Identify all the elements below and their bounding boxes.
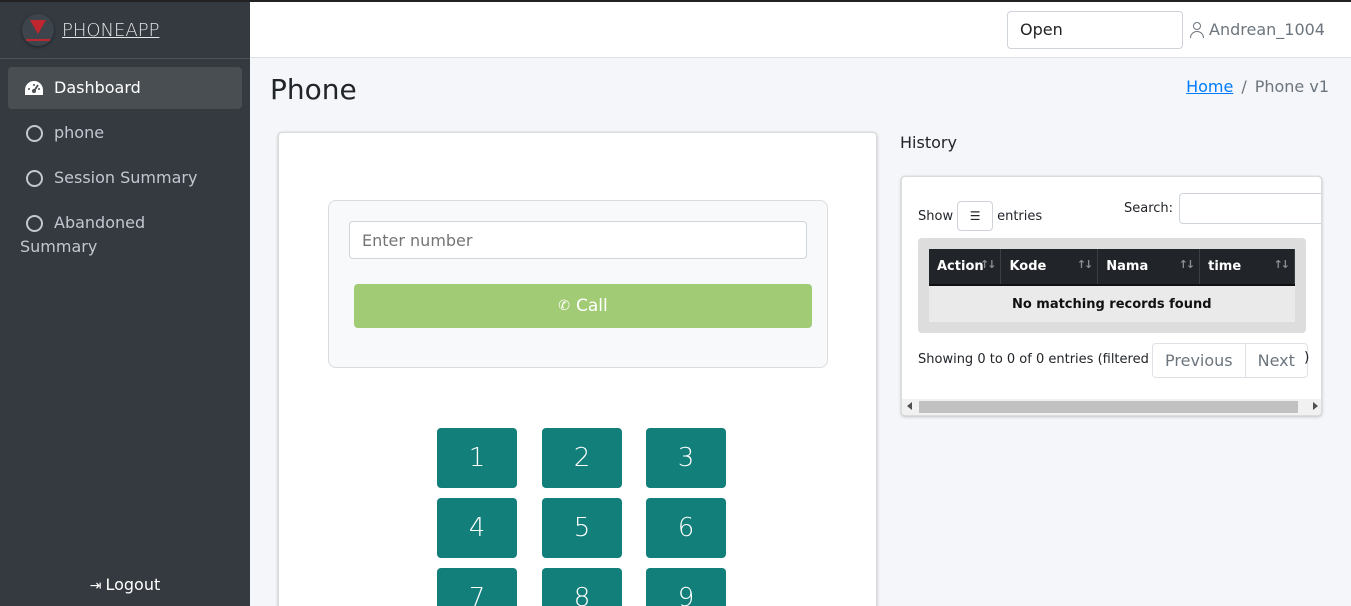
search-input[interactable] [1179,193,1321,224]
sidebar-item-session-summary[interactable]: Session Summary [8,157,242,199]
show-label: Show [918,208,954,224]
key-5[interactable]: 5 [542,498,622,558]
entries-label: entries [997,208,1043,224]
breadcrumb: Home / Phone v1 [1186,77,1329,96]
circle-icon [24,211,44,235]
list-sort-icon: ☰ [969,209,981,223]
table-row: No matching records found [929,284,1295,322]
sort-icon: ↑↓ [1076,258,1094,271]
gauge-icon [24,76,44,100]
key-2[interactable]: 2 [542,428,622,488]
sidebar-item-label: Dashboard [54,78,141,97]
sidebar-item-label: Session Summary [54,168,198,187]
sidebar-nav: Dashboard phone Session Summary Abandone… [0,59,250,268]
sort-icon: ↑↓ [980,258,997,271]
circle-icon [24,166,44,190]
brand-link[interactable]: PHONEAPP [0,2,250,59]
entries-length: Show ☰ entries [918,201,1042,231]
breadcrumb-home-link[interactable]: Home [1186,77,1233,96]
phone-card: ✆ Call 1 2 3 4 5 6 7 8 9 [278,132,877,606]
sort-icon: ↑↓ [1178,258,1196,271]
phone-call-icon: ✆ [558,298,570,314]
history-table: Action ↑↓ Kode ↑↓ Nama ↑↓ time ↑↓ No matchin… [929,249,1295,322]
call-button[interactable]: ✆ Call [354,284,812,328]
key-8[interactable]: 8 [542,568,622,606]
sidebar-item-dashboard[interactable]: Dashboard [8,67,242,109]
scroll-right-icon[interactable] [1313,402,1318,410]
scrollbar-thumb[interactable] [919,401,1298,413]
history-table-wrapper: Action ↑↓ Kode ↑↓ Nama ↑↓ time ↑↓ No matchin… [918,238,1306,333]
history-title: History [900,133,957,152]
key-6[interactable]: 6 [646,498,726,558]
scroll-left-icon[interactable] [907,402,912,410]
sidebar-item-phone[interactable]: phone [8,112,242,154]
history-card: Show ☰ entries Search: Action ↑↓ Kode ↑↓ N… [901,176,1322,416]
logout-label: Logout [105,575,161,594]
search-label: Search: [1124,201,1174,216]
sidebar: PHONEAPP Dashboard phone Session Summary… [0,0,250,606]
column-header-action[interactable]: Action ↑↓ [929,249,1002,285]
breadcrumb-current: Phone v1 [1254,77,1329,96]
sidebar-item-label: phone [54,123,105,142]
key-3[interactable]: 3 [646,428,726,488]
next-button[interactable]: Next [1244,344,1307,377]
brand-logo-icon [22,14,54,46]
horizontal-scrollbar[interactable] [902,399,1321,415]
pagination: Previous Next [1152,343,1308,378]
column-header-time[interactable]: time ↑↓ [1199,249,1295,285]
sidebar-item-label-line2: Summary [20,237,98,256]
column-header-nama[interactable]: Nama ↑↓ [1097,249,1201,285]
table-info-tail: ) [1304,350,1310,366]
key-1[interactable]: 1 [437,428,517,488]
key-7[interactable]: 7 [437,568,517,606]
user-icon [1190,21,1204,38]
sidebar-item-abandoned-summary[interactable]: Abandoned Summary [8,202,242,268]
user-menu[interactable]: Andrean_1004 [1190,20,1325,39]
previous-button[interactable]: Previous [1153,344,1245,377]
key-9[interactable]: 9 [646,568,726,606]
column-header-kode[interactable]: Kode ↑↓ [1000,249,1099,285]
top-navbar: Open Andrean_1004 [250,0,1351,58]
username: Andrean_1004 [1209,20,1325,39]
logout-button[interactable]: ⇥ Logout [0,575,250,594]
page-title: Phone [270,73,357,106]
number-input[interactable] [349,221,807,259]
status-select[interactable]: Open [1007,11,1183,49]
circle-icon [24,121,44,145]
sidebar-item-label: Abandoned [54,213,146,232]
brand-text[interactable]: PHONEAPP [62,20,159,41]
logout-icon: ⇥ [89,578,102,594]
table-info: Showing 0 to 0 of 0 entries (filtered fr [918,352,1163,367]
sort-icon: ↑↓ [1273,258,1291,271]
key-4[interactable]: 4 [437,498,517,558]
empty-message: No matching records found [929,284,1295,322]
call-label: Call [576,296,608,316]
dial-box: ✆ Call [328,200,828,368]
breadcrumb-separator: / [1241,77,1247,96]
entries-select[interactable]: ☰ [957,201,994,231]
